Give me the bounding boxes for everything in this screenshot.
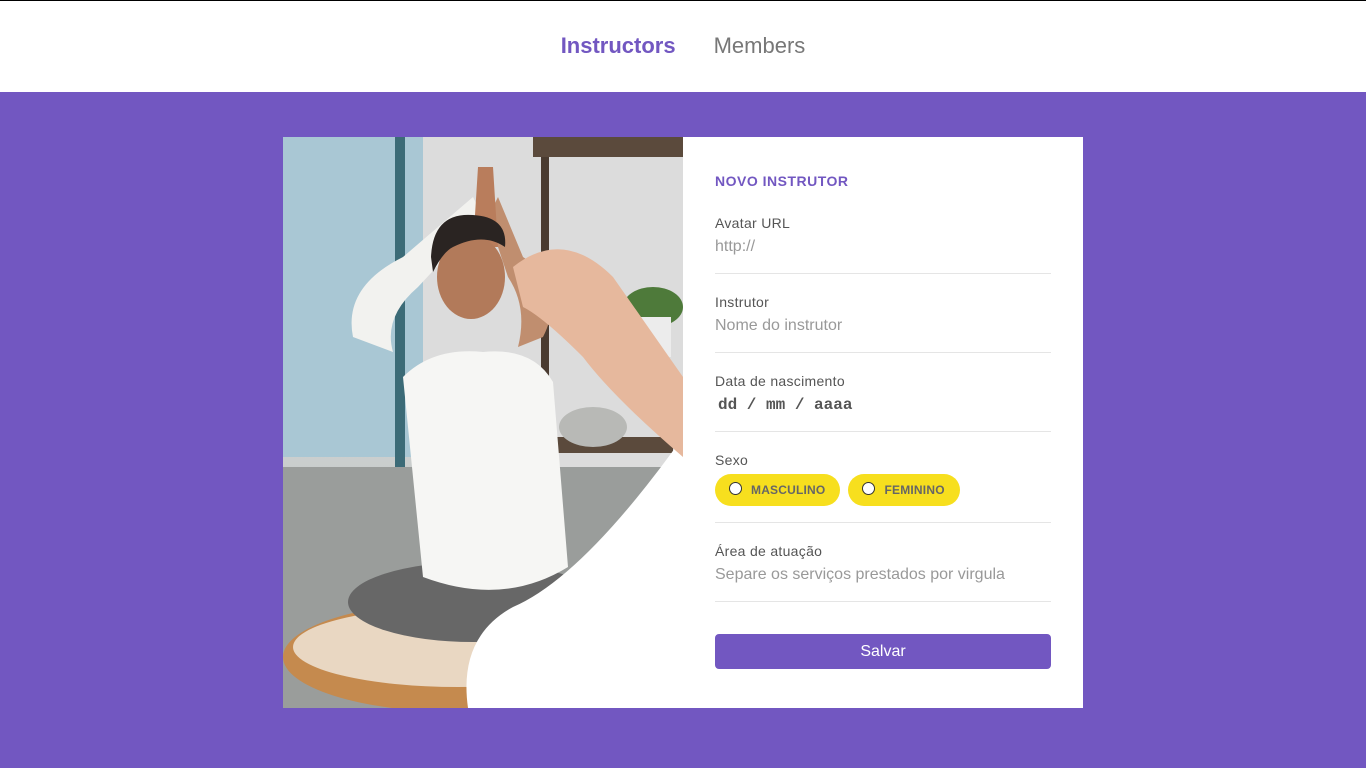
white-shirt	[403, 351, 568, 590]
gender-option-masculino[interactable]: MASCULINO	[715, 474, 841, 506]
gender-option-label: MASCULINO	[751, 483, 826, 497]
vase	[559, 407, 627, 447]
instructor-name-field: Instrutor	[715, 294, 1051, 353]
yoga-illustration	[283, 137, 683, 708]
services-field: Área de atuação	[715, 543, 1051, 602]
nav-link-instructors[interactable]: Instructors	[561, 33, 676, 59]
avatar-url-label: Avatar URL	[715, 215, 791, 231]
shelf	[533, 137, 683, 157]
top-nav-bar: Instructors Members	[0, 1, 1366, 92]
avatar-url-field: Avatar URL	[715, 215, 1051, 274]
instructor-name-label: Instrutor	[715, 294, 770, 310]
new-instructor-form: NOVO INSTRUTOR Avatar URL Instrutor Data…	[683, 137, 1083, 708]
birth-date-field: Data de nascimento dd / mm / aaaa	[715, 373, 1051, 432]
services-input[interactable]	[715, 565, 1051, 585]
radio-button-icon[interactable]	[729, 481, 742, 495]
gender-label: Sexo	[715, 452, 749, 468]
save-button[interactable]: Salvar	[715, 634, 1051, 669]
yoga-photo	[283, 137, 683, 708]
birth-date-label: Data de nascimento	[715, 373, 845, 389]
nav-link-members[interactable]: Members	[714, 33, 806, 59]
form-title: NOVO INSTRUTOR	[715, 173, 849, 189]
main-nav: Instructors Members	[561, 33, 806, 59]
instructor-name-input[interactable]	[715, 316, 1051, 336]
gender-option-feminino[interactable]: FEMININO	[848, 474, 960, 506]
gender-radio-group: MASCULINO FEMININO	[715, 474, 1051, 506]
radio-button-icon[interactable]	[862, 481, 876, 495]
gender-option-label: FEMININO	[884, 483, 945, 497]
birth-date-input[interactable]: dd / mm / aaaa	[715, 395, 1051, 415]
services-label: Área de atuação	[715, 543, 823, 559]
new-instructor-card: NOVO INSTRUTOR Avatar URL Instrutor Data…	[283, 137, 1083, 708]
gender-field: Sexo MASCULINO FEMININO	[715, 452, 1051, 523]
avatar-url-input[interactable]	[715, 237, 1051, 257]
